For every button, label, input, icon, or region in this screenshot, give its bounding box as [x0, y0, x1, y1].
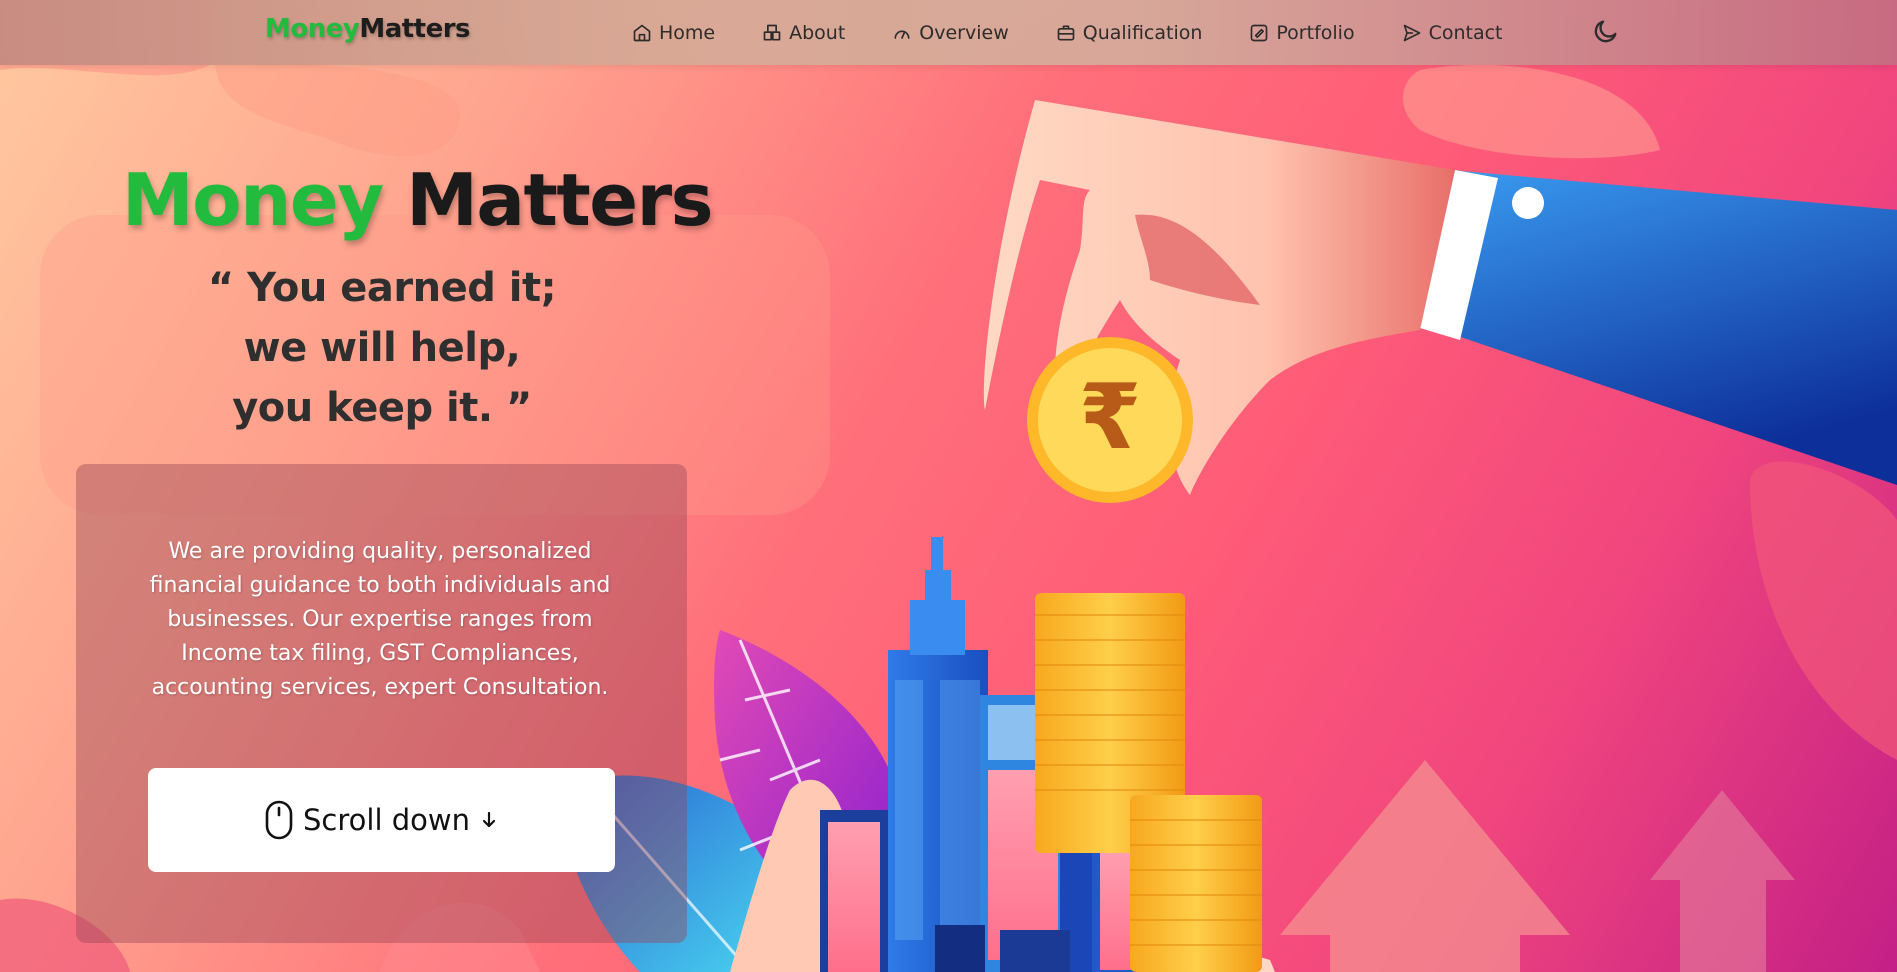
nav-link-qualification[interactable]: Qualification — [1056, 21, 1203, 44]
quote-line-3: you keep it. ” — [232, 385, 532, 431]
send-icon — [1403, 24, 1420, 41]
gauge-icon — [894, 30, 910, 39]
hero-title: Money Matters — [122, 158, 713, 242]
portfolio-icon — [1251, 24, 1268, 41]
cube-icon — [763, 24, 781, 41]
scroll-down-button[interactable]: Scroll down — [148, 768, 615, 872]
nav-link-contact-label: Contact — [1428, 21, 1503, 44]
brand-part2: Matters — [359, 14, 471, 44]
navbar: MoneyMatters Home About Overview Qualifi… — [0, 0, 1897, 65]
moon-icon[interactable] — [1592, 17, 1620, 45]
nav-link-about-label: About — [789, 21, 846, 44]
hero-description: We are providing quality, personalized f… — [149, 539, 611, 700]
svg-text:₹: ₹ — [1079, 365, 1142, 470]
quote-line-1: “ You earned it; — [207, 265, 557, 311]
brand-logo[interactable]: MoneyMatters — [265, 14, 471, 44]
brand-part1: Money — [265, 14, 360, 44]
briefcase-icon — [1057, 25, 1075, 40]
nav-link-qualification-label: Qualification — [1082, 21, 1203, 44]
hero-title-part2: Matters — [406, 158, 713, 242]
nav-links: Home About Overview Qualification Portfo… — [632, 0, 1550, 65]
nav-link-home[interactable]: Home — [632, 22, 715, 44]
nav-link-contact[interactable]: Contact — [1402, 22, 1503, 44]
scroll-down-label: Scroll down — [303, 803, 470, 837]
nav-link-about[interactable]: About — [762, 22, 845, 44]
quote-line-2: we will help, — [243, 325, 521, 371]
hero-title-part1: Money — [122, 158, 384, 242]
arrow-down-icon — [482, 811, 496, 828]
home-icon — [633, 24, 651, 41]
mouse-icon — [265, 800, 293, 840]
nav-link-overview-label: Overview — [919, 21, 1009, 44]
nav-link-portfolio[interactable]: Portfolio — [1249, 21, 1355, 44]
nav-link-overview[interactable]: Overview — [892, 21, 1009, 44]
hero-quote: “ You earned it; we will help, you keep … — [62, 258, 702, 438]
nav-link-portfolio-label: Portfolio — [1276, 21, 1355, 44]
nav-link-home-label: Home — [659, 21, 716, 44]
